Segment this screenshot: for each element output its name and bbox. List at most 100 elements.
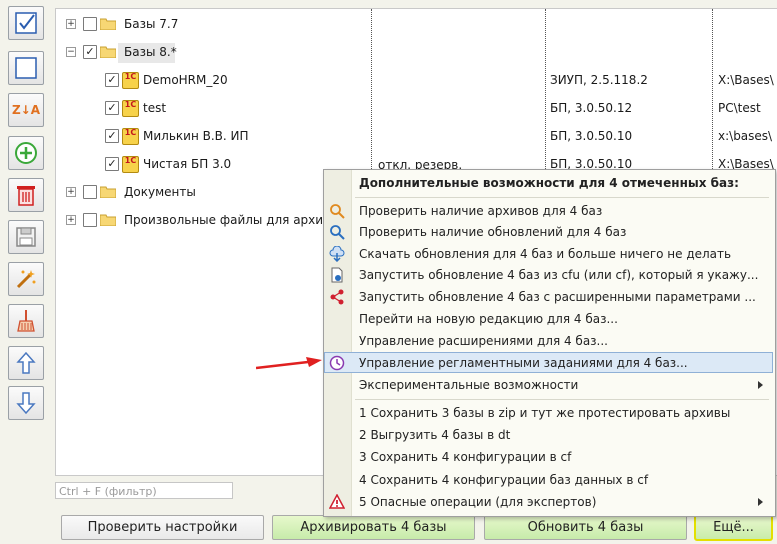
menu-item-check-updates[interactable]: Проверить наличие обновлений для 4 баз [324, 221, 773, 242]
menu-item-label: Перейти на новую редакцию для 4 баз... [359, 312, 618, 326]
menu-item-new-edition[interactable]: Перейти на новую редакцию для 4 баз... [324, 308, 773, 329]
menu-item-label: Экспериментальные возможности [359, 378, 579, 392]
row-checkbox[interactable]: ✓ [105, 73, 119, 87]
database-1c-icon: 1C [122, 128, 139, 145]
wand-button[interactable] [8, 262, 44, 296]
search-icon [330, 225, 345, 240]
menu-item-label: 2 Выгрузить 4 базы в dt [359, 428, 511, 442]
row-checkbox[interactable] [83, 213, 97, 227]
tree-row-base[interactable]: ✓ 1C test БП, 3.0.50.12 PC\test [56, 97, 777, 119]
wand-icon [16, 270, 36, 289]
expand-icon[interactable]: + [66, 215, 76, 225]
move-down-button[interactable] [8, 386, 44, 420]
database-1c-icon: 1C [122, 100, 139, 117]
check-settings-button[interactable]: Проверить настройки [61, 515, 264, 540]
tree-row-bases-77[interactable]: + Базы 7.7 [56, 13, 777, 35]
search-icon [330, 204, 345, 219]
delete-icon [17, 186, 35, 206]
uncheck-all-icon [15, 57, 37, 79]
save-icon [16, 227, 36, 247]
row-checkbox[interactable] [83, 17, 97, 31]
clock-icon [329, 355, 345, 371]
row-label: test [143, 101, 167, 115]
folder-icon [100, 186, 116, 198]
file-gear-icon [331, 267, 343, 283]
menu-separator [355, 197, 769, 198]
submenu-arrow-icon [758, 381, 763, 389]
menu-item-save-db-cf[interactable]: 4 Сохранить 4 конфигурации баз данных в … [324, 469, 773, 490]
move-up-button[interactable] [8, 346, 44, 380]
row-config-version: БП, 3.0.50.12 [550, 101, 633, 115]
tree-row-bases-8[interactable]: − ✓ Базы 8.* [56, 41, 777, 63]
row-label: DemoHRM_20 [143, 73, 228, 87]
menu-item-label: Проверить наличие обновлений для 4 баз [359, 225, 627, 239]
warning-icon [329, 494, 345, 509]
row-checkbox[interactable]: ✓ [105, 129, 119, 143]
filter-input[interactable]: Ctrl + F (фильтр) [55, 482, 233, 499]
cloud-download-icon [329, 246, 345, 262]
menu-item-label: Запустить обновление 4 баз с расширенным… [359, 290, 756, 304]
row-label: Милькин В.В. ИП [143, 129, 249, 143]
row-label: Документы [124, 185, 196, 199]
arrow-up-icon [16, 351, 36, 374]
sort-icon: Z↓A [11, 103, 41, 117]
menu-item-extensions[interactable]: Управление расширениями для 4 баз... [324, 330, 773, 351]
row-checkbox[interactable]: ✓ [105, 101, 119, 115]
menu-item-label: Управление расширениями для 4 баз... [359, 334, 608, 348]
menu-item-label: 3 Сохранить 4 конфигурации в cf [359, 450, 572, 464]
expand-icon[interactable]: + [66, 19, 76, 29]
tree-row-base[interactable]: ✓ 1C Милькин В.В. ИП БП, 3.0.50.10 x:\ba… [56, 125, 777, 147]
more-actions-menu: Дополнительные возможности для 4 отмечен… [323, 169, 776, 517]
menu-item-dangerous[interactable]: 5 Опасные операции (для экспертов) [324, 491, 773, 512]
submenu-arrow-icon [758, 498, 763, 506]
save-button[interactable] [8, 220, 44, 254]
row-label: Произвольные файлы для архива [124, 213, 338, 227]
row-checkbox[interactable] [83, 185, 97, 199]
menu-item-label: Скачать обновления для 4 баз и больше ни… [359, 247, 732, 261]
menu-item-experimental[interactable]: Экспериментальные возможности [324, 374, 773, 395]
menu-item-check-archives[interactable]: Проверить наличие архивов для 4 баз [324, 200, 773, 221]
folder-icon [100, 46, 116, 58]
tree-row-base[interactable]: ✓ 1C DemoHRM_20 ЗИУП, 2.5.118.2 X:\Bases… [56, 69, 777, 91]
menu-item-label: Проверить наличие архивов для 4 баз [359, 204, 603, 218]
menu-item-scheduled-jobs[interactable]: Управление регламентными заданиями для 4… [324, 352, 773, 373]
broom-icon [17, 310, 35, 332]
row-path: x:\bases\ [718, 129, 773, 143]
broom-button[interactable] [8, 304, 44, 338]
annotation-arrow-icon [256, 357, 322, 370]
database-1c-icon: 1C [122, 72, 139, 89]
menu-item-export-dt[interactable]: 2 Выгрузить 4 базы в dt [324, 424, 773, 445]
update-button[interactable]: Обновить 4 базы [484, 515, 687, 540]
delete-button[interactable] [8, 178, 44, 212]
menu-title: Дополнительные возможности для 4 отмечен… [359, 176, 739, 190]
add-icon [15, 142, 37, 164]
archive-button[interactable]: Архивировать 4 базы [272, 515, 475, 540]
menu-item-label: 5 Опасные операции (для экспертов) [359, 495, 597, 509]
row-config-version: ЗИУП, 2.5.118.2 [550, 73, 648, 87]
menu-item-label: 1 Сохранить 3 базы в zip и тут же протес… [359, 406, 731, 420]
collapse-icon[interactable]: − [66, 47, 76, 57]
row-checkbox[interactable]: ✓ [105, 157, 119, 171]
menu-item-label: Управление регламентными заданиями для 4… [359, 356, 688, 370]
row-config-version: БП, 3.0.50.10 [550, 129, 633, 143]
more-button[interactable]: Ещё... [694, 514, 773, 541]
menu-item-download-updates[interactable]: Скачать обновления для 4 баз и больше ни… [324, 243, 773, 264]
menu-separator [355, 399, 769, 400]
database-1c-icon: 1C [122, 156, 139, 173]
sort-button[interactable]: Z↓A [8, 93, 44, 127]
menu-item-save-cf[interactable]: 3 Сохранить 4 конфигурации в cf [324, 446, 773, 467]
row-label: Чистая БП 3.0 [143, 157, 232, 171]
folder-icon [100, 214, 116, 226]
expand-icon[interactable]: + [66, 187, 76, 197]
menu-item-update-advanced[interactable]: Запустить обновление 4 баз с расширенным… [324, 286, 773, 307]
menu-item-update-from-cfu[interactable]: Запустить обновление 4 баз из cfu (или c… [324, 264, 773, 285]
check-all-icon [15, 12, 37, 34]
row-checkbox[interactable]: ✓ [83, 45, 97, 59]
menu-item-label: 4 Сохранить 4 конфигурации баз данных в … [359, 473, 649, 487]
arrow-down-icon [16, 392, 36, 415]
uncheck-all-button[interactable] [8, 51, 44, 85]
add-button[interactable] [8, 136, 44, 170]
check-all-button[interactable] [8, 6, 44, 40]
menu-item-zip-test[interactable]: 1 Сохранить 3 базы в zip и тут же протес… [324, 402, 773, 423]
row-label: Базы 7.7 [124, 17, 179, 31]
